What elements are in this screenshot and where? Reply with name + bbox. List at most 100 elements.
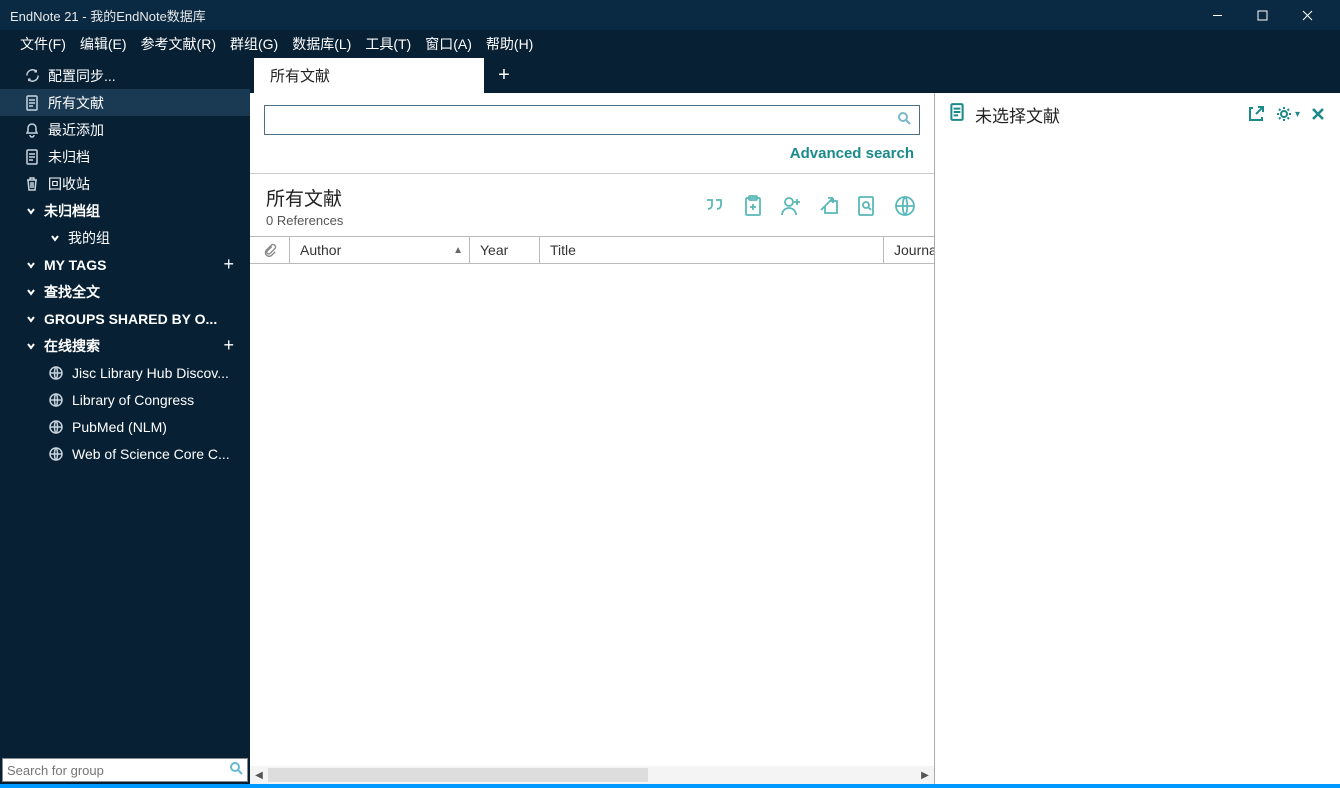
search-icon[interactable] bbox=[897, 111, 911, 130]
add-tab-button[interactable]: + bbox=[484, 58, 524, 93]
reference-count: 0 References bbox=[266, 213, 343, 228]
add-user-icon[interactable] bbox=[778, 193, 804, 219]
sidebar-find-fulltext[interactable]: 查找全文 bbox=[0, 278, 250, 305]
advanced-search-link[interactable]: Advanced search bbox=[790, 145, 914, 162]
chevron-down-icon: ▾ bbox=[1295, 109, 1300, 120]
sidebar-trash[interactable]: 回收站 bbox=[0, 170, 250, 197]
add-tag-button[interactable]: + bbox=[223, 254, 242, 275]
menu-edit[interactable]: 编辑(E) bbox=[78, 32, 129, 56]
sidebar-online-jisc[interactable]: Jisc Library Hub Discov... bbox=[0, 359, 250, 386]
list-header: 所有文献 0 References bbox=[250, 173, 934, 236]
column-author[interactable]: Author▲ bbox=[290, 237, 470, 263]
preview-title: 未选择文献 bbox=[975, 102, 1237, 127]
search-input[interactable] bbox=[273, 112, 897, 128]
sidebar-online-wos[interactable]: Web of Science Core C... bbox=[0, 440, 250, 467]
sidebar-search[interactable] bbox=[2, 758, 248, 782]
sidebar-online-jisc-label: Jisc Library Hub Discov... bbox=[72, 365, 229, 381]
sidebar-all-label: 所有文献 bbox=[48, 93, 104, 113]
document-icon bbox=[24, 95, 40, 111]
scroll-left-arrow[interactable]: ◀ bbox=[250, 766, 268, 784]
sidebar-my-tags-label: MY TAGS bbox=[44, 257, 107, 273]
sidebar-unfiled[interactable]: 未归档 bbox=[0, 143, 250, 170]
sidebar-group-unfiled[interactable]: 未归档组 bbox=[0, 197, 250, 224]
titlebar-text: EndNote 21 - 我的EndNote数据库 bbox=[10, 6, 1195, 25]
globe-icon bbox=[48, 446, 64, 462]
document-icon bbox=[24, 149, 40, 165]
sidebar-online-loc[interactable]: Library of Congress bbox=[0, 386, 250, 413]
find-file-icon[interactable] bbox=[854, 193, 880, 219]
minimize-button[interactable] bbox=[1195, 0, 1240, 30]
sidebar-groups-shared[interactable]: GROUPS SHARED BY O... bbox=[0, 305, 250, 332]
sidebar-search-input[interactable] bbox=[7, 763, 229, 778]
sidebar-my-group-label: 我的组 bbox=[68, 228, 110, 248]
column-year[interactable]: Year bbox=[470, 237, 540, 263]
sidebar-all-references[interactable]: 所有文献 bbox=[0, 89, 250, 116]
settings-dropdown[interactable]: ▾ bbox=[1275, 105, 1300, 123]
sidebar-group-unfiled-label: 未归档组 bbox=[44, 201, 100, 221]
close-button[interactable] bbox=[1285, 0, 1330, 30]
chevron-down-icon bbox=[24, 260, 38, 270]
sidebar-online-wos-label: Web of Science Core C... bbox=[72, 446, 230, 462]
close-panel-button[interactable] bbox=[1310, 106, 1326, 122]
sync-icon bbox=[24, 68, 40, 84]
maximize-button[interactable] bbox=[1240, 0, 1285, 30]
chevron-down-icon bbox=[24, 341, 38, 351]
sidebar-trash-label: 回收站 bbox=[48, 174, 90, 194]
chevron-down-icon bbox=[24, 206, 38, 216]
search-bar[interactable] bbox=[264, 105, 920, 135]
sidebar-my-tags[interactable]: MY TAGS + bbox=[0, 251, 250, 278]
bell-icon bbox=[24, 122, 40, 138]
globe-icon bbox=[48, 365, 64, 381]
menubar: 文件(F) 编辑(E) 参考文献(R) 群组(G) 数据库(L) 工具(T) 窗… bbox=[0, 30, 1340, 58]
globe-icon[interactable] bbox=[892, 193, 918, 219]
titlebar: EndNote 21 - 我的EndNote数据库 bbox=[0, 0, 1340, 30]
sidebar-recent-label: 最近添加 bbox=[48, 120, 104, 140]
sidebar-online-pubmed[interactable]: PubMed (NLM) bbox=[0, 413, 250, 440]
scroll-thumb[interactable] bbox=[268, 768, 648, 782]
horizontal-scrollbar[interactable]: ◀ ▶ bbox=[250, 766, 934, 784]
sidebar-unfiled-label: 未归档 bbox=[48, 147, 90, 167]
tab-label: 所有文献 bbox=[270, 65, 330, 86]
search-icon bbox=[229, 761, 243, 780]
chevron-down-icon bbox=[24, 314, 38, 324]
column-journal[interactable]: Journal bbox=[884, 237, 934, 263]
menu-window[interactable]: 窗口(A) bbox=[423, 32, 474, 56]
sidebar-groups-shared-label: GROUPS SHARED BY O... bbox=[44, 311, 217, 327]
share-icon[interactable] bbox=[816, 193, 842, 219]
clipboard-add-icon[interactable] bbox=[740, 193, 766, 219]
sidebar-online-search[interactable]: 在线搜索 + bbox=[0, 332, 250, 359]
menu-references[interactable]: 参考文献(R) bbox=[139, 32, 218, 56]
trash-icon bbox=[24, 176, 40, 192]
sidebar-sync-label: 配置同步... bbox=[48, 66, 116, 86]
sidebar: 配置同步... 所有文献 最近添加 未归档 回收站 未归档组 bbox=[0, 58, 250, 784]
menu-groups[interactable]: 群组(G) bbox=[228, 32, 280, 56]
document-icon bbox=[949, 103, 965, 126]
table-header: Author▲ Year Title Journal bbox=[250, 236, 934, 264]
open-external-icon[interactable] bbox=[1247, 105, 1265, 123]
sort-asc-icon: ▲ bbox=[453, 245, 463, 256]
add-online-search-button[interactable]: + bbox=[223, 335, 242, 356]
cite-icon[interactable] bbox=[702, 193, 728, 219]
sidebar-recent[interactable]: 最近添加 bbox=[0, 116, 250, 143]
sidebar-sync[interactable]: 配置同步... bbox=[0, 62, 250, 89]
tabstrip: 所有文献 + bbox=[250, 58, 1340, 93]
scroll-right-arrow[interactable]: ▶ bbox=[916, 766, 934, 784]
window-border bbox=[0, 784, 1340, 788]
sidebar-find-fulltext-label: 查找全文 bbox=[44, 282, 100, 302]
sidebar-online-loc-label: Library of Congress bbox=[72, 392, 194, 408]
sidebar-online-search-label: 在线搜索 bbox=[44, 336, 100, 356]
globe-icon bbox=[48, 392, 64, 408]
chevron-down-icon bbox=[24, 287, 38, 297]
tab-all-references[interactable]: 所有文献 bbox=[254, 58, 484, 93]
column-title[interactable]: Title bbox=[540, 237, 884, 263]
menu-tools[interactable]: 工具(T) bbox=[363, 32, 413, 56]
table-body bbox=[250, 264, 934, 766]
preview-panel: 未选择文献 ▾ bbox=[935, 93, 1340, 784]
menu-file[interactable]: 文件(F) bbox=[18, 32, 68, 56]
chevron-down-icon bbox=[48, 233, 62, 243]
column-attachment[interactable] bbox=[250, 237, 290, 263]
menu-library[interactable]: 数据库(L) bbox=[290, 32, 353, 56]
sidebar-my-group[interactable]: 我的组 bbox=[0, 224, 250, 251]
menu-help[interactable]: 帮助(H) bbox=[484, 32, 535, 56]
list-title: 所有文献 bbox=[266, 184, 343, 211]
